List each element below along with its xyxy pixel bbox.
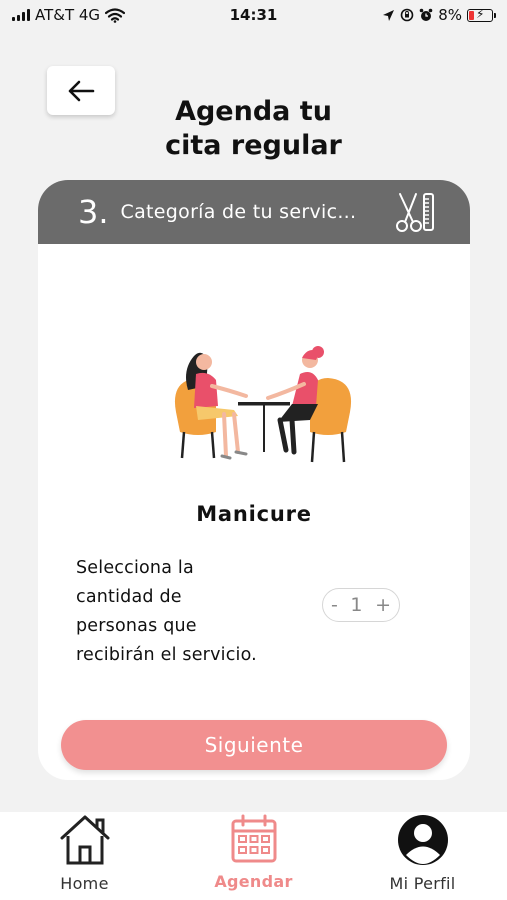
decrement-button[interactable]: - (331, 594, 338, 616)
service-name: Manicure (196, 502, 312, 526)
battery-percent: 8% (438, 6, 462, 24)
home-icon (60, 815, 109, 865)
quantity-value: 1 (350, 594, 363, 616)
quantity-prompt: Selecciona la cantidad de personas que r… (76, 558, 257, 665)
tab-home[interactable]: Home (20, 814, 150, 900)
step-header: 3. Categoría de tu servic... (38, 180, 470, 244)
tab-agendar[interactable]: Agendar (189, 814, 319, 900)
battery-icon: ⚡ (467, 7, 496, 22)
carrier-label: AT&T 4G (35, 6, 101, 24)
status-bar: AT&T 4G 14:31 8% ⚡ (0, 0, 507, 30)
wifi-icon (105, 7, 126, 23)
next-button[interactable]: Siguiente (61, 720, 447, 770)
tab-home-label: Home (60, 874, 109, 893)
status-time: 14:31 (229, 6, 278, 24)
tab-mi-perfil-label: Mi Perfil (389, 874, 456, 893)
location-icon (383, 9, 395, 21)
profile-icon (397, 815, 448, 865)
manicure-illustration (174, 346, 352, 463)
tab-agendar-label: Agendar (214, 872, 293, 891)
increment-button[interactable]: + (375, 594, 391, 616)
rotation-lock-icon (400, 8, 414, 22)
step-title: Categoría de tu servic... (120, 201, 357, 223)
quantity-stepper[interactable]: - 1 + (322, 588, 400, 622)
scissors-comb-icon (396, 193, 434, 232)
tab-mi-perfil[interactable]: Mi Perfil (358, 814, 488, 900)
step-number: 3. (78, 193, 109, 231)
page-title: Agenda tu cita regular (0, 95, 507, 163)
status-right: 8% ⚡ (382, 6, 496, 24)
page-title-line1: Agenda tu (175, 96, 332, 127)
tab-bar: Home Agendar Mi Perfil (0, 812, 507, 900)
status-left: AT&T 4G (12, 6, 126, 24)
alarm-icon (419, 8, 433, 21)
calendar-icon (231, 814, 276, 863)
service-card: 3. Categoría de tu servic... Manicure Se… (38, 180, 470, 780)
page-title-line2: cita regular (165, 130, 342, 161)
signal-icon (12, 9, 30, 21)
